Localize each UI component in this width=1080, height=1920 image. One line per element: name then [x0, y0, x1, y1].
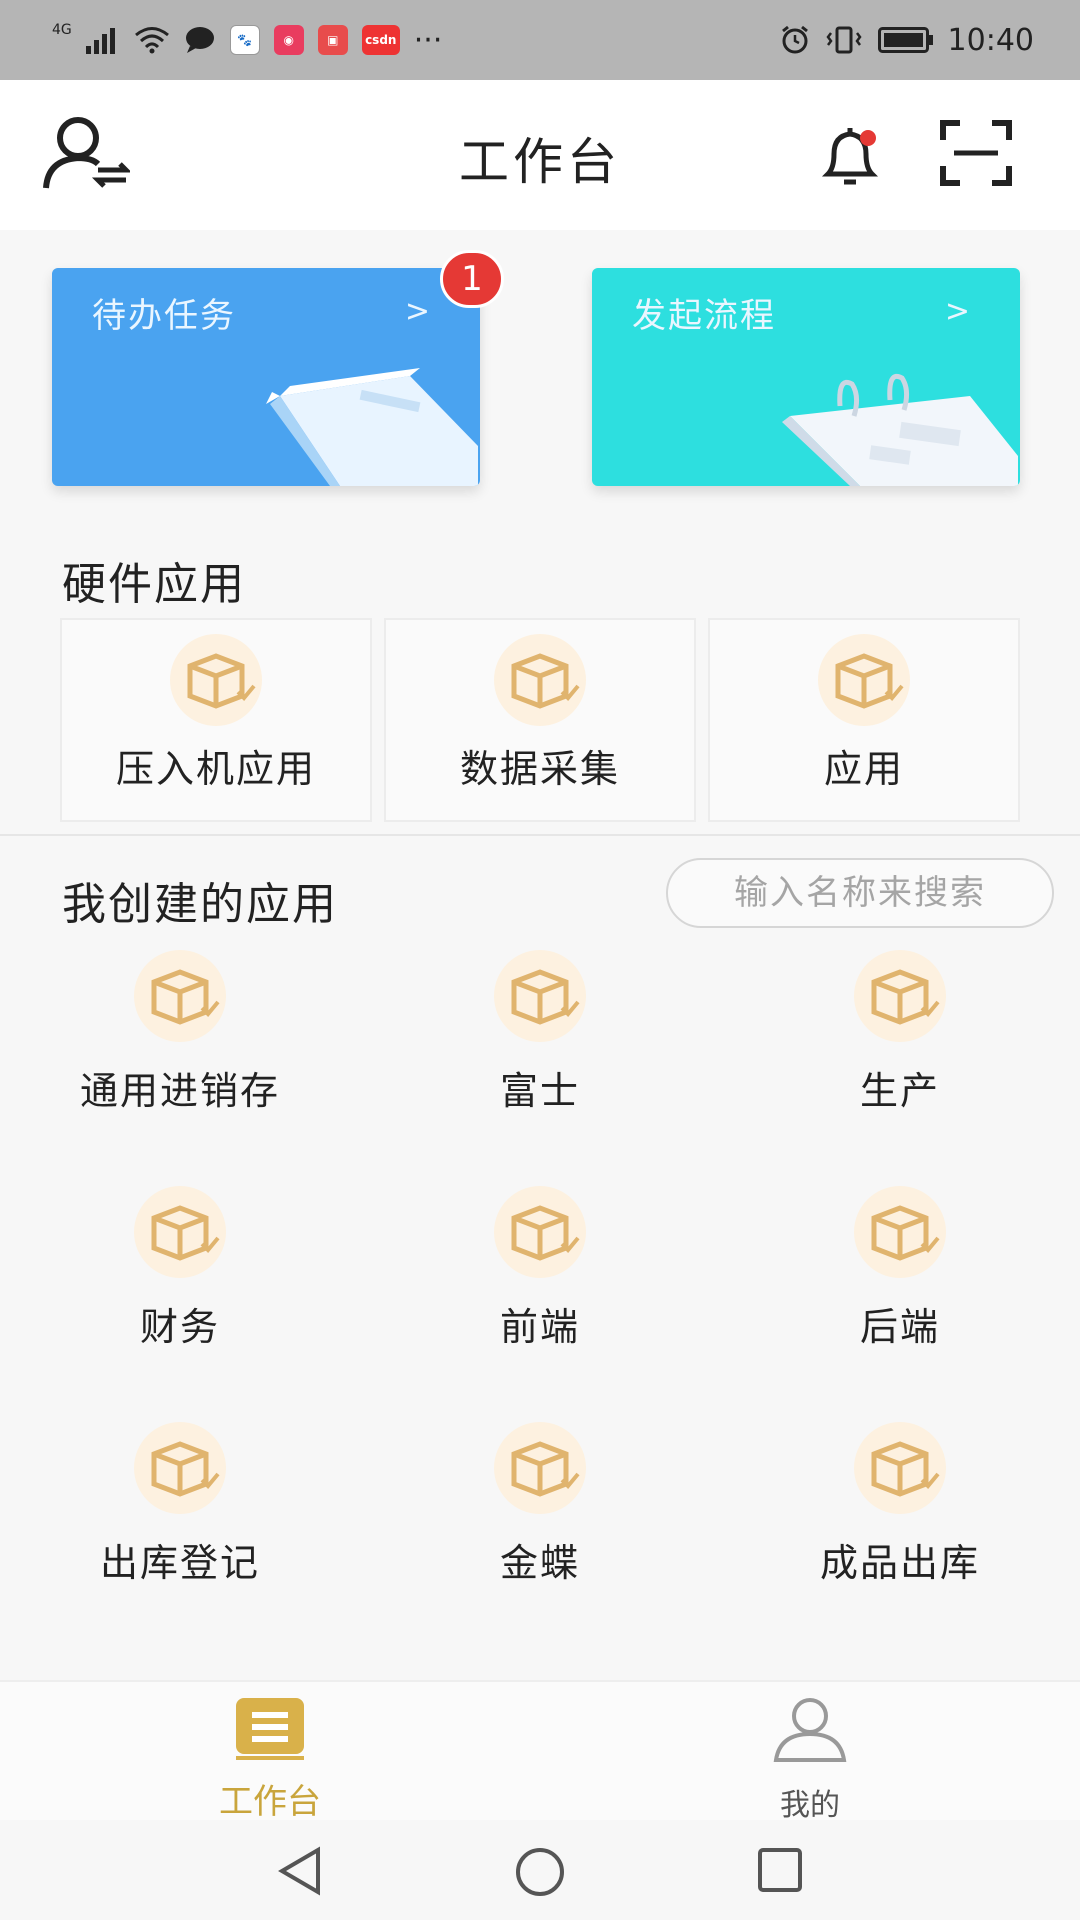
app-item[interactable]: 通用进销存	[0, 950, 360, 1186]
app-item-label: 前端	[499, 1305, 580, 1349]
app-item[interactable]: 出库登记	[0, 1422, 360, 1658]
bottom-nav: 工作台 我的	[0, 1680, 1080, 1823]
app-item-label: 富士	[499, 1069, 580, 1113]
box-icon	[854, 950, 946, 1042]
scan-icon[interactable]	[940, 120, 1012, 186]
box-icon	[818, 634, 910, 726]
hardware-item[interactable]: 数据采集	[384, 618, 696, 822]
signal-bars-icon	[85, 28, 115, 54]
system-nav-bar	[0, 1820, 1080, 1920]
workbench-icon	[236, 1698, 304, 1760]
tab-profile[interactable]: 我的	[710, 1696, 910, 1823]
vibrate-icon	[825, 26, 862, 54]
app-item-label: 后端	[859, 1305, 940, 1349]
signal-icon: 4G	[52, 22, 72, 38]
box-icon	[494, 950, 586, 1042]
app-item[interactable]: 生产	[720, 950, 1080, 1186]
box-icon	[494, 1422, 586, 1514]
app-item[interactable]: 前端	[360, 1186, 720, 1422]
app-item[interactable]: 财务	[0, 1186, 360, 1422]
app-item[interactable]: 金蝶	[360, 1422, 720, 1658]
box-icon	[134, 1186, 226, 1278]
wifi-icon	[134, 27, 169, 54]
shop-bag-icon: ▣	[317, 25, 348, 55]
hardware-item-label: 数据采集	[459, 747, 620, 791]
baidu-paw-icon: 🐾	[229, 25, 260, 55]
app-item-label: 成品出库	[819, 1541, 980, 1585]
hardware-item[interactable]: 应用	[708, 618, 1020, 822]
app-item[interactable]: 成品出库	[720, 1422, 1080, 1658]
box-icon	[494, 1186, 586, 1278]
task-book-illustration	[266, 368, 478, 486]
tab-workbench[interactable]: 工作台	[170, 1696, 370, 1822]
bell-icon[interactable]	[820, 124, 882, 190]
box-icon	[854, 1422, 946, 1514]
box-icon	[494, 634, 586, 726]
home-icon[interactable]	[514, 1846, 566, 1898]
back-icon[interactable]	[276, 1846, 324, 1896]
app-header: 工作台	[0, 80, 1080, 230]
todo-tasks-label: 待办任务	[92, 296, 236, 336]
box-icon	[134, 1422, 226, 1514]
battery-icon	[877, 27, 933, 53]
hardware-item-label: 应用	[823, 747, 904, 791]
status-left: 4G 🐾 ◉ ▣ csdn ···	[52, 22, 443, 58]
my-apps-section-title: 我创建的应用	[62, 879, 338, 930]
app-item[interactable]: 富士	[360, 950, 720, 1186]
chevron-right-icon: >	[944, 294, 970, 329]
start-process-card[interactable]: 发起流程 >	[592, 268, 1020, 486]
todo-count-badge: 1	[440, 250, 504, 308]
app-item-label: 金蝶	[499, 1541, 580, 1585]
app-item-label: 生产	[859, 1069, 940, 1113]
todo-tasks-card[interactable]: 待办任务 >	[52, 268, 480, 486]
recents-icon[interactable]	[756, 1846, 804, 1894]
alarm-icon	[781, 25, 808, 54]
app-item-label: 出库登记	[99, 1541, 260, 1585]
more-notifications-icon: ···	[413, 22, 443, 58]
clock: 10:40	[947, 22, 1034, 58]
box-icon	[134, 950, 226, 1042]
tab-profile-label: 我的	[780, 1788, 840, 1823]
profile-icon	[773, 1698, 847, 1762]
status-right: 10:40	[780, 23, 1034, 58]
status-bar: 4G 🐾 ◉ ▣ csdn ··· 10:40	[0, 0, 1080, 80]
hardware-grid: 压入机应用 数据采集 应用	[60, 618, 1020, 822]
box-icon	[854, 1186, 946, 1278]
chevron-right-icon: >	[404, 294, 430, 329]
chat-bubble-icon	[185, 27, 214, 53]
tab-workbench-label: 工作台	[219, 1782, 321, 1822]
app-search-input[interactable]	[666, 858, 1054, 928]
hardware-item[interactable]: 压入机应用	[60, 618, 372, 822]
weibo-icon: ◉	[273, 25, 304, 55]
app-item-label: 通用进销存	[79, 1069, 280, 1113]
box-icon	[170, 634, 262, 726]
start-process-label: 发起流程	[632, 296, 776, 336]
csdn-icon: csdn	[361, 25, 400, 55]
section-divider	[0, 834, 1080, 836]
page-title: 工作台	[459, 133, 621, 191]
calendar-illustration	[782, 373, 1018, 486]
app-item[interactable]: 后端	[720, 1186, 1080, 1422]
hardware-section-title: 硬件应用	[62, 559, 246, 610]
app-item-label: 财务	[139, 1305, 220, 1349]
hardware-item-label: 压入机应用	[115, 747, 316, 791]
